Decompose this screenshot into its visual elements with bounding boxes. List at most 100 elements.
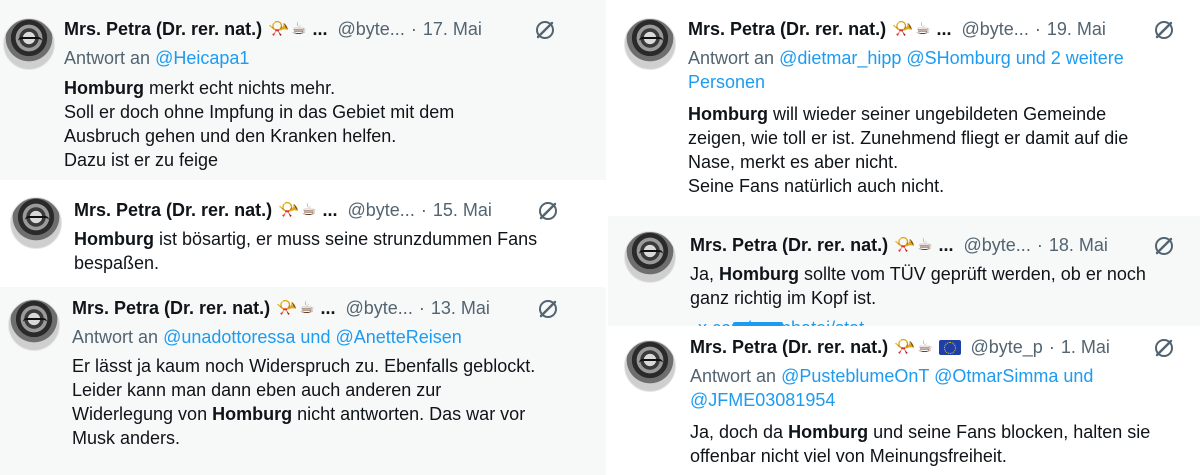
tweet-text: Ja, doch da Homburg und seine Fans block… bbox=[690, 420, 1150, 468]
reply-context: Antwort an @unadottoressa und @AnetteRei… bbox=[72, 325, 462, 349]
text-span: nicht antworten. Das war vor bbox=[292, 404, 526, 424]
text-line: Homburg merkt echt nichts mehr. bbox=[64, 76, 454, 100]
avatar[interactable] bbox=[624, 231, 676, 283]
coffee-emoji: ☕ bbox=[915, 19, 931, 38]
author-handle[interactable]: @byte... bbox=[348, 198, 415, 222]
avatar[interactable] bbox=[3, 18, 55, 70]
slashed-circle-icon[interactable] bbox=[533, 18, 557, 42]
tweet-card[interactable]: Mrs. Petra (Dr. rer. nat.) 📯 ☕ ... @byte… bbox=[0, 0, 606, 180]
author-handle[interactable]: @byte... bbox=[962, 17, 1029, 41]
text-line: offenbar nicht viel von Meinungsfreiheit… bbox=[690, 446, 1007, 466]
separator-dot: · bbox=[1048, 337, 1055, 357]
author-name[interactable]: Mrs. Petra (Dr. rer. nat.) bbox=[690, 233, 888, 257]
text-line: Musk anders. bbox=[72, 428, 181, 448]
reply-line: Antwort an @dietmar_hipp @SHomburg und 2… bbox=[688, 46, 1124, 70]
separator-dot: · bbox=[418, 298, 425, 318]
reply-context: Antwort an @dietmar_hipp @SHomburg und 2… bbox=[688, 46, 1124, 94]
reply-mention-link[interactable]: @unadottoressa und @AnetteReisen bbox=[163, 327, 462, 347]
author-name[interactable]: Mrs. Petra (Dr. rer. nat.) bbox=[74, 198, 272, 222]
postal-horn-emoji: 📯 bbox=[892, 19, 914, 38]
postal-horn-emoji: 📯 bbox=[278, 200, 300, 219]
separator-dot: · bbox=[410, 19, 417, 39]
author-handle[interactable]: @byte... bbox=[346, 296, 413, 320]
tweet-header: Mrs. Petra (Dr. rer. nat.) 📯 ☕ ... @byte… bbox=[74, 198, 492, 222]
slashed-circle-icon[interactable] bbox=[536, 199, 560, 223]
tweet-text: Er lässt ja kaum noch Widerspruch zu. Eb… bbox=[72, 354, 535, 450]
highlight-keyword: Homburg bbox=[74, 229, 154, 249]
text-line: Seine Fans natürlich auch nicht. bbox=[688, 176, 945, 196]
slashed-circle-icon[interactable] bbox=[536, 297, 560, 321]
highlight-keyword: Homburg bbox=[788, 422, 869, 442]
text-span: ist bösartig, er muss seine strunzdummen… bbox=[154, 229, 538, 249]
author-handle[interactable]: @byte... bbox=[338, 17, 405, 41]
coffee-emoji: ☕ bbox=[299, 298, 315, 317]
tweet-date[interactable]: 1. Mai bbox=[1061, 335, 1110, 359]
coffee-emoji: ☕ bbox=[301, 200, 317, 219]
tweet-header: Mrs. Petra (Dr. rer. nat.) 📯 ☕ ... @byte… bbox=[72, 296, 490, 320]
text-line: Soll er doch ohne Impfung in das Gebiet … bbox=[64, 102, 455, 122]
tweet-card[interactable]: Mrs. Petra (Dr. rer. nat.) 📯 ☕ ... @byte… bbox=[608, 216, 1200, 326]
slashed-circle-icon[interactable] bbox=[1152, 234, 1176, 258]
tweet-card[interactable]: Mrs. Petra (Dr. rer. nat.) 📯 ☕ ... @byte… bbox=[608, 0, 1200, 214]
reply-prefix: Antwort an bbox=[72, 327, 159, 347]
name-ellipsis: ... bbox=[312, 19, 328, 39]
coffee-emoji: ☕ bbox=[917, 337, 933, 356]
name-ellipsis: ... bbox=[322, 200, 338, 220]
reply-mention-link[interactable]: @PusteblumeOnT @OtmarSimma und bbox=[781, 366, 1093, 386]
text-span: Ja, doch da bbox=[690, 422, 789, 442]
reply-prefix: Antwort an bbox=[688, 48, 775, 68]
reply-mention-link[interactable]: Personen bbox=[688, 70, 1124, 94]
author-name[interactable]: Mrs. Petra (Dr. rer. nat.) bbox=[690, 335, 888, 359]
text-line: Ja, doch da Homburg und seine Fans block… bbox=[690, 420, 1150, 444]
author-name[interactable]: Mrs. Petra (Dr. rer. nat.) bbox=[64, 17, 262, 41]
text-line: Widerlegung von Homburg nicht antworten.… bbox=[72, 402, 535, 426]
text-line: Ausbruch gehen und den Kranken helfen. bbox=[64, 126, 397, 146]
text-line: bespaßen. bbox=[74, 253, 160, 273]
separator-dot: · bbox=[1036, 235, 1043, 255]
tweet-card[interactable]: Mrs. Petra (Dr. rer. nat.) 📯 ☕ ... @byte… bbox=[0, 287, 606, 475]
slashed-circle-icon[interactable] bbox=[1152, 18, 1176, 42]
author-handle[interactable]: @byte_p bbox=[971, 335, 1043, 359]
reply-context: Antwort an @Heicapa1 bbox=[64, 46, 249, 70]
reply-mention-link[interactable]: @JFME03081954 bbox=[690, 388, 1093, 412]
tweet-text: Ja, Homburg sollte vom TÜV geprüft werde… bbox=[690, 262, 1146, 310]
text-line: Leider kann man dann eben auch anderen z… bbox=[72, 380, 442, 400]
author-name[interactable]: Mrs. Petra (Dr. rer. nat.) bbox=[72, 296, 270, 320]
postal-horn-emoji: 📯 bbox=[276, 298, 298, 317]
tweet-text: Homburg ist bösartig, er muss seine stru… bbox=[74, 227, 537, 275]
reply-mention-link[interactable]: @dietmar_hipp @SHomburg und 2 weitere bbox=[779, 48, 1124, 68]
tweet-date[interactable]: 13. Mai bbox=[431, 296, 490, 320]
text-span: sollte vom TÜV geprüft werden, ob er noc… bbox=[799, 264, 1146, 284]
author-name[interactable]: Mrs. Petra (Dr. rer. nat.) bbox=[688, 17, 886, 41]
tweet-card[interactable]: Mrs. Petra (Dr. rer. nat.) 📯 ☕ @byte_p ·… bbox=[608, 328, 1200, 475]
tweet-card[interactable]: Mrs. Petra (Dr. rer. nat.) 📯 ☕ ... @byte… bbox=[0, 183, 606, 287]
text-span: will wieder seiner ungebildeten Gemeinde bbox=[768, 104, 1107, 124]
text-line: zeigen, wie toll er ist. Zunehmend flieg… bbox=[688, 128, 1129, 148]
reply-prefix: Antwort an bbox=[64, 48, 151, 68]
name-ellipsis: ... bbox=[936, 19, 952, 39]
avatar[interactable] bbox=[10, 197, 62, 249]
tweet-text: Homburg merkt echt nichts mehr. Soll er … bbox=[64, 76, 454, 172]
reply-context: Antwort an @PusteblumeOnT @OtmarSimma un… bbox=[690, 364, 1093, 412]
reply-prefix: Antwort an bbox=[690, 366, 777, 386]
name-ellipsis: ... bbox=[320, 298, 336, 318]
highlight-keyword: Homburg bbox=[212, 404, 293, 424]
author-handle[interactable]: @byte... bbox=[964, 233, 1031, 257]
tweet-date[interactable]: 17. Mai bbox=[423, 17, 482, 41]
separator-dot: · bbox=[420, 200, 427, 220]
avatar[interactable] bbox=[624, 340, 676, 392]
tweet-header: Mrs. Petra (Dr. rer. nat.) 📯 ☕ ... @byte… bbox=[64, 17, 482, 41]
text-line: ganz richtig im Kopf ist. bbox=[690, 288, 877, 308]
text-line: Er lässt ja kaum noch Widerspruch zu. Eb… bbox=[72, 356, 536, 376]
tweet-date[interactable]: 18. Mai bbox=[1049, 233, 1108, 257]
postal-horn-emoji: 📯 bbox=[894, 235, 916, 254]
tweet-date[interactable]: 15. Mai bbox=[433, 198, 492, 222]
avatar[interactable] bbox=[624, 18, 676, 70]
avatar[interactable] bbox=[8, 299, 60, 351]
reply-mention-link[interactable]: @Heicapa1 bbox=[155, 48, 249, 68]
scroll-indicator bbox=[733, 322, 783, 326]
tweet-header: Mrs. Petra (Dr. rer. nat.) 📯 ☕ ... @byte… bbox=[688, 17, 1106, 41]
text-line: Homburg will wieder seiner ungebildeten … bbox=[688, 102, 1128, 126]
slashed-circle-icon[interactable] bbox=[1152, 336, 1176, 360]
tweet-date[interactable]: 19. Mai bbox=[1047, 17, 1106, 41]
